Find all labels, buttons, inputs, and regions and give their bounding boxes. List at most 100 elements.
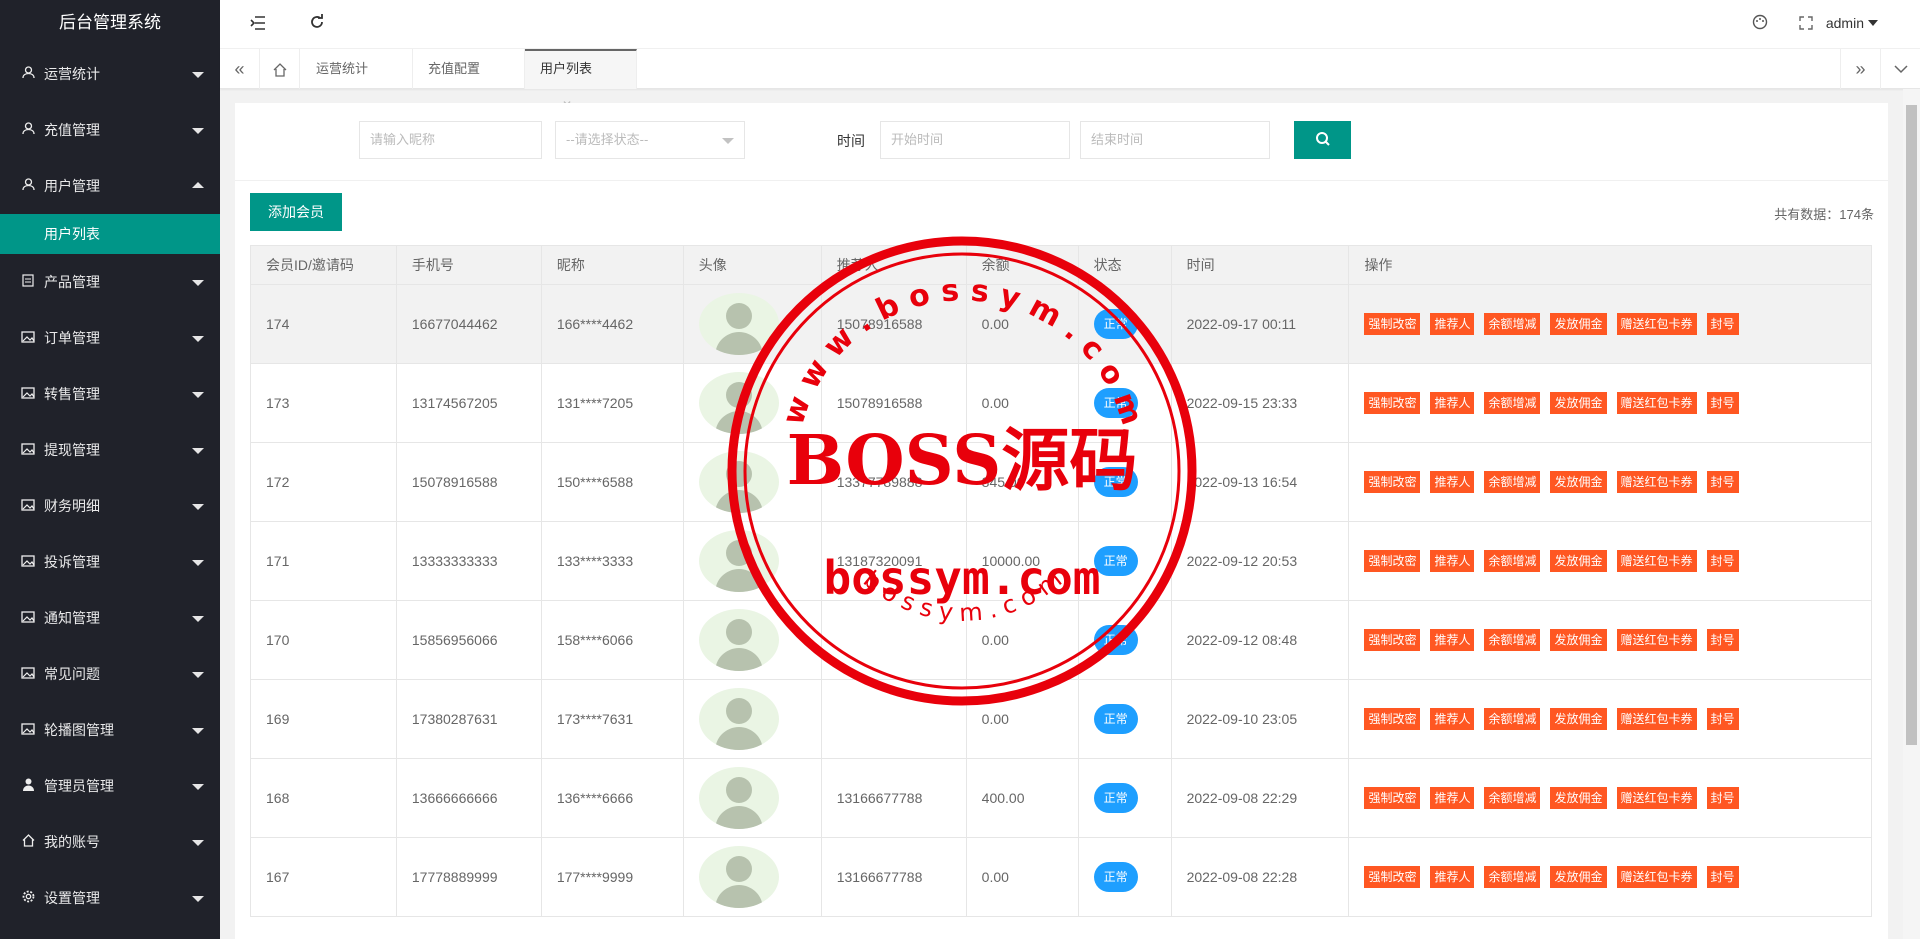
action-button[interactable]: 封号 — [1706, 392, 1739, 414]
user-menu[interactable]: admin — [1826, 15, 1878, 31]
action-button[interactable]: 余额增减 — [1484, 708, 1541, 730]
action-button[interactable]: 赠送红包卡券 — [1616, 787, 1697, 809]
start-time-input[interactable]: 开始时间 — [880, 121, 1070, 159]
sidebar-item-7[interactable]: 财务明细 — [0, 478, 220, 534]
sidebar-item-label: 常见问题 — [44, 666, 100, 682]
status-badge[interactable]: 正常 — [1093, 546, 1138, 576]
sidebar-item-0[interactable]: 运营统计 — [0, 46, 220, 102]
sidebar-item-12[interactable]: 管理员管理 — [0, 758, 220, 814]
action-button[interactable]: 推荐人 — [1430, 629, 1475, 651]
action-button[interactable]: 余额增减 — [1484, 866, 1541, 888]
collapse-menu-icon[interactable] — [246, 12, 270, 36]
status-badge[interactable]: 正常 — [1093, 309, 1138, 339]
sidebar-item-6[interactable]: 提现管理 — [0, 422, 220, 478]
action-button[interactable]: 推荐人 — [1430, 787, 1475, 809]
sidebar-item-10[interactable]: 常见问题 — [0, 646, 220, 702]
action-button[interactable]: 余额增减 — [1484, 471, 1541, 493]
tabs-scroll-right-icon[interactable]: » — [1840, 49, 1880, 89]
action-button[interactable]: 赠送红包卡券 — [1616, 708, 1697, 730]
sidebar-item-8[interactable]: 投诉管理 — [0, 534, 220, 590]
status-badge[interactable]: 正常 — [1093, 388, 1138, 418]
action-button[interactable]: 封号 — [1706, 866, 1739, 888]
sidebar-subitem-user-list[interactable]: 用户列表 — [0, 214, 220, 254]
action-button[interactable]: 封号 — [1706, 787, 1739, 809]
action-button[interactable]: 余额增减 — [1484, 550, 1541, 572]
action-button[interactable]: 发放佣金 — [1550, 471, 1607, 493]
action-button[interactable]: 赠送红包卡券 — [1616, 392, 1697, 414]
fullscreen-icon[interactable] — [1794, 12, 1818, 36]
tab-user-list[interactable]: 用户列表✕ — [525, 49, 637, 112]
theme-palette-icon[interactable] — [1748, 12, 1772, 36]
search-button[interactable] — [1294, 121, 1351, 159]
action-button[interactable]: 强制改密 — [1364, 629, 1421, 651]
member-id: 172 — [250, 442, 397, 522]
action-button[interactable]: 推荐人 — [1430, 866, 1475, 888]
add-member-button[interactable]: 添加会员 — [250, 193, 342, 231]
sidebar-item-2[interactable]: 用户管理 — [0, 158, 220, 214]
action-button[interactable]: 强制改密 — [1364, 550, 1421, 572]
action-button[interactable]: 发放佣金 — [1550, 866, 1607, 888]
action-button[interactable]: 封号 — [1706, 550, 1739, 572]
action-button[interactable]: 强制改密 — [1364, 866, 1421, 888]
status-badge[interactable]: 正常 — [1093, 783, 1138, 813]
status-badge[interactable]: 正常 — [1093, 704, 1138, 734]
nickname-input[interactable]: 请输入昵称 — [359, 121, 542, 159]
page-scrollbar[interactable] — [1903, 89, 1920, 939]
phone: 13666666666 — [395, 758, 542, 838]
chevron-down-icon — [192, 448, 204, 454]
action-button[interactable]: 赠送红包卡券 — [1616, 629, 1697, 651]
action-button[interactable]: 发放佣金 — [1550, 313, 1607, 335]
action-button[interactable]: 封号 — [1706, 313, 1739, 335]
action-button[interactable]: 余额增减 — [1484, 392, 1541, 414]
sidebar-item-3[interactable]: 产品管理 — [0, 254, 220, 310]
action-button[interactable]: 封号 — [1706, 708, 1739, 730]
action-button[interactable]: 赠送红包卡券 — [1616, 550, 1697, 572]
action-button[interactable]: 赠送红包卡券 — [1616, 313, 1697, 335]
member-id: 171 — [250, 521, 397, 601]
action-button[interactable]: 赠送红包卡券 — [1616, 866, 1697, 888]
image-icon — [20, 479, 36, 535]
action-button[interactable]: 封号 — [1706, 629, 1739, 651]
action-button[interactable]: 强制改密 — [1364, 392, 1421, 414]
action-button[interactable]: 推荐人 — [1430, 550, 1475, 572]
sidebar-item-5[interactable]: 转售管理 — [0, 366, 220, 422]
chevron-down-icon — [192, 728, 204, 734]
tabs-dropdown-icon[interactable] — [1880, 49, 1920, 89]
action-button[interactable]: 强制改密 — [1364, 313, 1421, 335]
action-button[interactable]: 推荐人 — [1430, 313, 1475, 335]
status-select[interactable]: --请选择状态-- — [555, 121, 745, 159]
action-button[interactable]: 余额增减 — [1484, 787, 1541, 809]
action-button[interactable]: 发放佣金 — [1550, 708, 1607, 730]
sidebar-item-13[interactable]: 我的账号 — [0, 814, 220, 870]
end-time-input[interactable]: 结束时间 — [1080, 121, 1270, 159]
action-button[interactable]: 发放佣金 — [1550, 392, 1607, 414]
action-button[interactable]: 发放佣金 — [1550, 787, 1607, 809]
action-button[interactable]: 余额增减 — [1484, 313, 1541, 335]
chevron-down-icon — [192, 280, 204, 286]
action-button[interactable]: 赠送红包卡券 — [1616, 471, 1697, 493]
sidebar-item-4[interactable]: 订单管理 — [0, 310, 220, 366]
action-button[interactable]: 推荐人 — [1430, 392, 1475, 414]
action-button[interactable]: 发放佣金 — [1550, 550, 1607, 572]
action-button[interactable]: 强制改密 — [1364, 471, 1421, 493]
tabs-scroll-left-icon[interactable]: « — [220, 49, 260, 89]
tab-recharge-config[interactable]: 充值配置✕ — [413, 49, 525, 116]
action-button[interactable]: 推荐人 — [1430, 708, 1475, 730]
scrollbar-thumb[interactable] — [1906, 105, 1917, 745]
tab-operation-stats[interactable]: 运营统计✕ — [301, 49, 413, 116]
action-button[interactable]: 强制改密 — [1364, 708, 1421, 730]
refresh-icon[interactable] — [305, 12, 329, 36]
status-badge[interactable]: 正常 — [1093, 862, 1138, 892]
action-button[interactable]: 封号 — [1706, 471, 1739, 493]
sidebar-item-11[interactable]: 轮播图管理 — [0, 702, 220, 758]
action-button[interactable]: 发放佣金 — [1550, 629, 1607, 651]
status-badge[interactable]: 正常 — [1093, 467, 1138, 497]
sidebar-item-9[interactable]: 通知管理 — [0, 590, 220, 646]
sidebar-item-1[interactable]: 充值管理 — [0, 102, 220, 158]
sidebar-item-14[interactable]: 设置管理 — [0, 870, 220, 926]
home-tab-icon[interactable] — [260, 49, 300, 89]
action-button[interactable]: 强制改密 — [1364, 787, 1421, 809]
action-button[interactable]: 余额增减 — [1484, 629, 1541, 651]
status-badge[interactable]: 正常 — [1093, 625, 1138, 655]
action-button[interactable]: 推荐人 — [1430, 471, 1475, 493]
